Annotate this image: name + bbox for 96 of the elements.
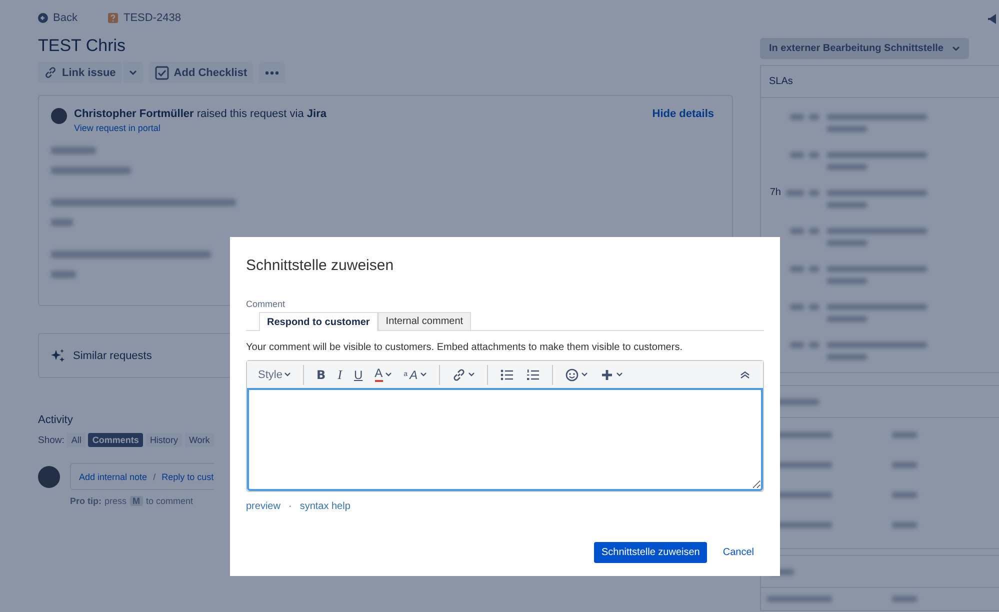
blurred-text xyxy=(809,228,819,234)
hide-details-link[interactable]: Hide details xyxy=(652,108,714,120)
cancel-link[interactable]: Cancel xyxy=(722,547,754,558)
link-icon xyxy=(44,66,57,79)
comment-tab[interactable]: Internal comment xyxy=(378,312,472,330)
megaphone-icon xyxy=(987,13,999,25)
avatar xyxy=(51,108,67,124)
link-icon xyxy=(452,368,466,382)
numbered-list-icon xyxy=(526,368,540,382)
bullet-list-icon xyxy=(500,368,514,382)
add-checklist-button[interactable]: Add Checklist xyxy=(148,62,254,83)
chevron-down-icon xyxy=(128,70,137,76)
preview-link[interactable]: preview xyxy=(246,501,280,512)
blurred-text xyxy=(790,342,804,348)
issue-title: TEST Chris xyxy=(38,36,127,56)
checkbox-icon xyxy=(154,66,169,80)
bold-button[interactable]: B xyxy=(311,364,331,384)
italic-button[interactable]: I xyxy=(332,364,347,384)
blurred-text xyxy=(892,462,917,468)
more-button[interactable] xyxy=(259,62,286,83)
blurred-text xyxy=(809,190,819,196)
back-arrow-icon xyxy=(38,13,48,23)
dialog-title: Schnittstelle zuweisen xyxy=(246,257,395,276)
plus-icon xyxy=(600,368,614,382)
comment-box[interactable]: Add internal note / Reply to cust xyxy=(70,463,214,490)
blurred-text xyxy=(51,147,96,154)
request-author-line: Christopher Fortmüller raised this request via Jira xyxy=(74,108,328,120)
activity-heading: Activity xyxy=(38,414,74,426)
blurred-text xyxy=(827,354,867,360)
add-internal-note-link[interactable]: Add internal note xyxy=(79,472,148,482)
blurred-text xyxy=(51,219,73,226)
chevron-down-icon xyxy=(616,372,623,377)
activity-filter-tab[interactable]: Work xyxy=(184,433,214,447)
comment-tab[interactable]: Respond to customer xyxy=(259,312,378,331)
separator-dot: · xyxy=(288,501,292,512)
blurred-text xyxy=(786,190,804,196)
view-portal-link[interactable]: View request in portal xyxy=(74,123,160,133)
blurred-text xyxy=(827,202,867,208)
blurred-text xyxy=(767,596,832,602)
blurred-text xyxy=(51,271,76,278)
blurred-text xyxy=(892,492,917,498)
blurred-text xyxy=(809,114,819,120)
blurred-text xyxy=(790,266,804,272)
activity-filter-tab[interactable]: History xyxy=(146,433,182,447)
blurred-text xyxy=(809,342,819,348)
blurred-text xyxy=(827,164,867,170)
blurred-text xyxy=(809,266,819,272)
show-label: Show: xyxy=(38,434,64,446)
similar-requests-label: Similar requests xyxy=(73,350,152,362)
text-size-button[interactable]: $^{a}$ A xyxy=(398,364,432,384)
blurred-text xyxy=(790,152,804,158)
sla-time-text: 7h xyxy=(770,187,781,198)
blurred-text xyxy=(809,304,819,310)
link-issue-button[interactable]: Link issue xyxy=(38,62,122,83)
avatar xyxy=(38,466,60,488)
panel-heading: SLAs xyxy=(769,76,793,87)
underline-button[interactable]: U xyxy=(348,364,368,384)
activity-filter-tab[interactable]: Comments xyxy=(88,433,143,447)
blurred-text xyxy=(827,126,867,132)
keyboard-key: M xyxy=(130,496,144,506)
issue-key-link[interactable]: TESD-2438 xyxy=(123,12,181,24)
comment-label: Comment xyxy=(246,299,286,309)
chevron-down-icon xyxy=(468,372,475,377)
chevron-down-icon xyxy=(580,372,588,377)
blurred-text xyxy=(892,596,917,602)
pro-tip-label: Pro tip: xyxy=(70,496,102,506)
back-link[interactable]: Back xyxy=(53,12,78,24)
blurred-text xyxy=(892,522,917,528)
separator-text: / xyxy=(153,472,156,482)
pro-tip-text: to comment xyxy=(146,496,194,506)
chevron-down-icon xyxy=(384,372,392,377)
sparkle-icon xyxy=(51,348,65,362)
blurred-text xyxy=(790,304,804,310)
more-dots-icon xyxy=(265,70,280,74)
blurred-text xyxy=(809,152,819,158)
visibility-note: Your comment will be visible to customers. Embed attachments to make them visible to customers. xyxy=(246,342,684,353)
blurred-text xyxy=(790,114,804,120)
chevron-down-icon xyxy=(420,372,427,377)
smiley-icon xyxy=(564,368,579,382)
chevron-down-icon xyxy=(284,372,292,377)
style-dropdown[interactable]: Style xyxy=(253,364,296,384)
status-dropdown[interactable]: In externer Bearbeitung Schnittstelle xyxy=(760,38,968,59)
syntax-help-link[interactable]: syntax help xyxy=(300,501,350,512)
reply-to-customer-link[interactable]: Reply to cust xyxy=(162,472,214,482)
assign-interface-button[interactable]: Schnittstelle zuweisen xyxy=(594,542,707,563)
blurred-text xyxy=(827,240,867,246)
blurred-text xyxy=(790,228,804,234)
blurred-text xyxy=(892,432,917,438)
comment-input-field[interactable] xyxy=(247,388,763,491)
blurred-text xyxy=(827,316,867,322)
question-square-icon xyxy=(108,13,118,23)
blurred-text xyxy=(827,278,867,284)
activity-filter-tab[interactable]: All xyxy=(67,433,86,447)
pro-tip-text: press xyxy=(104,496,127,506)
text-color-button[interactable]: A xyxy=(370,364,397,384)
chevron-down-icon xyxy=(952,46,960,52)
